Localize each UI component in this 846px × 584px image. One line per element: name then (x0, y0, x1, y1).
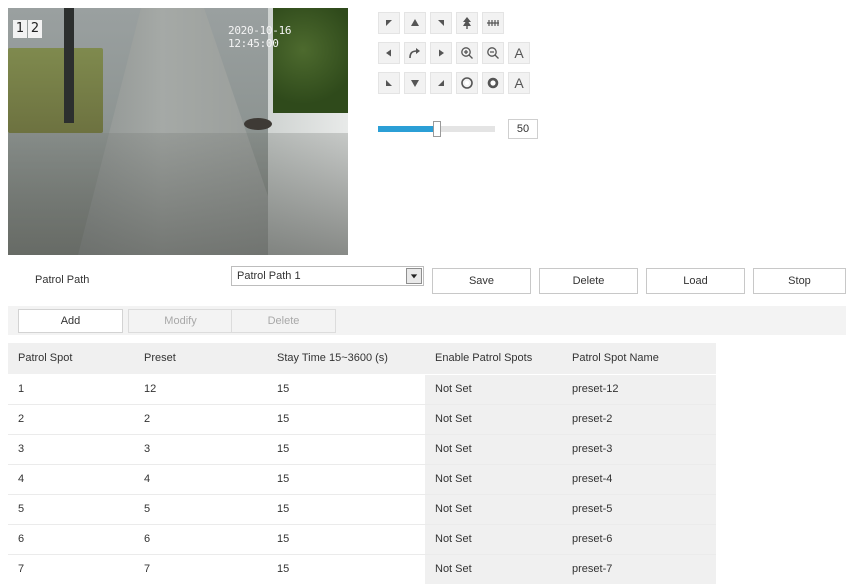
pan-down-icon[interactable] (404, 72, 426, 94)
table-row[interactable]: 7 7 15 Not Set preset-7 (8, 554, 716, 584)
speed-control: 50 (378, 119, 538, 139)
delete-spot-button[interactable]: Delete (231, 309, 336, 333)
ptz-control: A A 50 (378, 12, 538, 139)
delete-path-button[interactable]: Delete (539, 268, 638, 294)
channel-button-1[interactable]: 1 (13, 20, 27, 38)
column-header-patrol-spot: Patrol Spot (8, 343, 134, 375)
iris-close-icon[interactable] (482, 72, 504, 94)
cell-patrol-spot-name: preset-6 (562, 524, 716, 555)
table-row[interactable]: 3 3 15 Not Set preset-3 (8, 434, 716, 465)
pan-down-right-icon[interactable] (430, 72, 452, 94)
cell-stay-time: 15 (267, 554, 425, 584)
cell-preset: 3 (134, 434, 267, 465)
load-button[interactable]: Load (646, 268, 745, 294)
video-lawn (8, 48, 103, 133)
column-header-preset: Preset (134, 343, 267, 375)
iris-open-icon[interactable] (456, 72, 478, 94)
cell-enable-patrol-spot[interactable]: Not Set (425, 404, 562, 435)
cell-patrol-spot: 3 (8, 434, 134, 465)
cell-enable-patrol-spot[interactable]: Not Set (425, 464, 562, 495)
patrol-spot-toolbar: Add Modify Delete (8, 306, 846, 335)
cell-preset: 5 (134, 494, 267, 525)
cell-patrol-spot-name: preset-5 (562, 494, 716, 525)
zoom-in-icon[interactable] (456, 42, 478, 64)
cell-preset: 6 (134, 524, 267, 555)
speed-value[interactable]: 50 (508, 119, 538, 139)
video-manhole (244, 118, 272, 130)
ptz-spacer (508, 12, 530, 34)
table-row[interactable]: 2 2 15 Not Set preset-2 (8, 404, 716, 435)
column-header-patrol-spot-name: Patrol Spot Name (562, 343, 716, 375)
wiper-icon[interactable] (456, 12, 478, 34)
cell-stay-time: 15 (267, 524, 425, 555)
patrol-path-select[interactable]: Patrol Path 1 (231, 266, 424, 286)
auto-iris-icon[interactable]: A (508, 72, 530, 94)
add-button[interactable]: Add (18, 309, 123, 333)
cell-patrol-spot: 2 (8, 404, 134, 435)
pan-up-left-icon[interactable] (378, 12, 400, 34)
patrol-path-label: Patrol Path (35, 274, 90, 286)
focus-icon[interactable] (482, 12, 504, 34)
video-pole (64, 8, 74, 123)
column-header-enable-patrol-spots: Enable Patrol Spots (425, 343, 562, 375)
cell-stay-time: 15 (267, 494, 425, 525)
stop-button[interactable]: Stop (753, 268, 846, 294)
cell-stay-time: 15 (267, 434, 425, 465)
patrol-spot-table: Patrol Spot Preset Stay Time 15~3600 (s)… (8, 343, 716, 584)
cell-stay-time: 15 (267, 464, 425, 495)
pan-down-left-icon[interactable] (378, 72, 400, 94)
cell-patrol-spot: 1 (8, 374, 134, 405)
cell-preset: 7 (134, 554, 267, 584)
patrol-path-selected-value: Patrol Path 1 (237, 270, 301, 282)
cell-enable-patrol-spot[interactable]: Not Set (425, 494, 562, 525)
auto-focus-icon[interactable]: A (508, 42, 530, 64)
auto-iris-label: A (514, 75, 524, 91)
pan-up-right-icon[interactable] (430, 12, 452, 34)
cell-patrol-spot: 5 (8, 494, 134, 525)
pan-left-icon[interactable] (378, 42, 400, 64)
video-preview[interactable]: 1 2 2020-10-16 12:45:00 (8, 8, 348, 255)
video-lower-shade (8, 133, 348, 255)
table-row[interactable]: 5 5 15 Not Set preset-5 (8, 494, 716, 525)
zoom-out-icon[interactable] (482, 42, 504, 64)
save-button[interactable]: Save (432, 268, 531, 294)
cell-patrol-spot: 6 (8, 524, 134, 555)
cell-patrol-spot-name: preset-7 (562, 554, 716, 584)
osd-timestamp: 2020-10-16 12:45:00 (228, 24, 292, 50)
cell-enable-patrol-spot[interactable]: Not Set (425, 524, 562, 555)
channel-button-2[interactable]: 2 (28, 20, 42, 38)
cell-patrol-spot-name: preset-4 (562, 464, 716, 495)
cell-patrol-spot-name: preset-3 (562, 434, 716, 465)
pan-up-icon[interactable] (404, 12, 426, 34)
cell-patrol-spot-name: preset-12 (562, 374, 716, 405)
cell-patrol-spot-name: preset-2 (562, 404, 716, 435)
cell-patrol-spot: 4 (8, 464, 134, 495)
speed-slider-fill (378, 126, 437, 132)
cell-enable-patrol-spot[interactable]: Not Set (425, 554, 562, 584)
cell-preset: 2 (134, 404, 267, 435)
auto-scan-icon[interactable] (404, 42, 426, 64)
cell-enable-patrol-spot[interactable]: Not Set (425, 434, 562, 465)
chevron-down-icon[interactable] (406, 268, 422, 284)
channel-buttons: 1 2 (13, 20, 42, 38)
cell-patrol-spot: 7 (8, 554, 134, 584)
cell-enable-patrol-spot[interactable]: Not Set (425, 374, 562, 405)
modify-button[interactable]: Modify (128, 309, 233, 333)
cell-stay-time: 15 (267, 374, 425, 405)
table-row[interactable]: 1 12 15 Not Set preset-12 (8, 374, 716, 405)
table-row[interactable]: 4 4 15 Not Set preset-4 (8, 464, 716, 495)
ptz-button-grid: A A (378, 12, 530, 94)
speed-slider[interactable] (378, 121, 495, 137)
cell-preset: 12 (134, 374, 267, 405)
pan-right-icon[interactable] (430, 42, 452, 64)
speed-slider-thumb[interactable] (432, 121, 441, 137)
auto-focus-label: A (514, 45, 524, 61)
cell-stay-time: 15 (267, 404, 425, 435)
table-header-row: Patrol Spot Preset Stay Time 15~3600 (s)… (8, 343, 716, 375)
cell-preset: 4 (134, 464, 267, 495)
column-header-stay-time: Stay Time 15~3600 (s) (267, 343, 425, 375)
table-row[interactable]: 6 6 15 Not Set preset-6 (8, 524, 716, 555)
